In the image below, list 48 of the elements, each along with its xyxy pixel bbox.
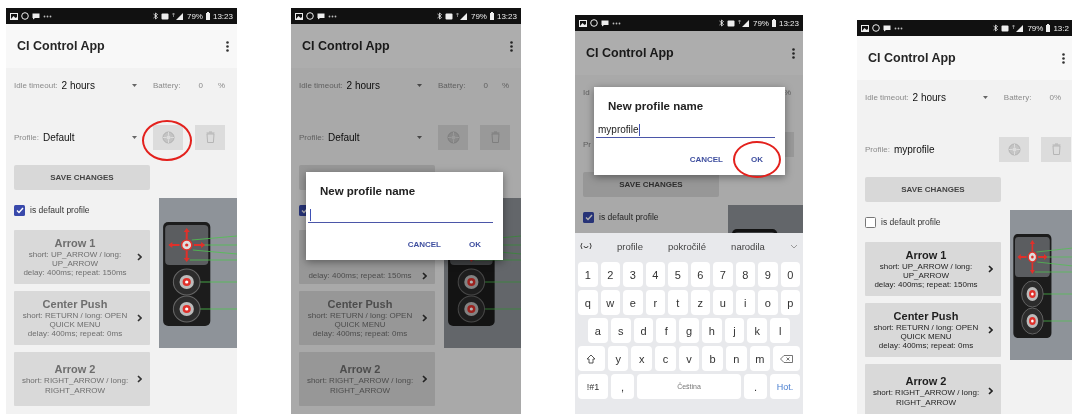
dialog-title: New profile name: [608, 100, 705, 112]
field-label: Battery:: [1003, 92, 1032, 102]
app-title: CI Control App: [17, 39, 105, 53]
card-detail: delay: 400ms; repeat: 0ms: [26, 329, 124, 339]
field-label: Idle timeout:: [14, 80, 58, 90]
battery-percent: 79%: [1027, 23, 1044, 33]
field-label: Profile:: [14, 132, 39, 142]
battery-value: 0: [1049, 92, 1054, 102]
checkbox-label: is default profile: [881, 217, 941, 227]
card-detail: short: RIGHT_ARROW / long: RIGHT_ARROW: [871, 388, 981, 407]
card-title: Center Push: [892, 309, 960, 323]
card-title: Arrow 1: [53, 236, 97, 250]
card-detail: delay: 400ms; repeat: 150ms: [873, 280, 979, 290]
checkbox-label: is default profile: [599, 212, 659, 222]
field-label: Profile:: [299, 132, 324, 142]
card-title: Center Push: [41, 297, 109, 311]
field-label: Battery:: [438, 80, 466, 90]
field-label: Pr: [583, 139, 591, 149]
field-label: Profile:: [865, 144, 890, 154]
card-title: Arrow 2: [904, 375, 948, 389]
app-title: CI Control App: [586, 46, 674, 60]
unit-label: %: [217, 80, 225, 90]
card-title: Arrow 2: [338, 363, 382, 377]
clock: 13:2: [1053, 23, 1069, 33]
field-label: Idle timeout:: [299, 80, 343, 90]
battery-percent: 79%: [752, 18, 769, 28]
card-detail: short: RIGHT_ARROW / long: RIGHT_ARROW: [20, 376, 130, 395]
battery-value: 0: [198, 80, 204, 90]
field-label: Idle timeout:: [865, 92, 909, 102]
card-title: Arrow 2: [53, 363, 97, 377]
battery-percent: 79%: [470, 11, 487, 21]
unit-label: %: [1053, 92, 1061, 102]
card-detail: delay: 400ms; repeat: 0ms: [311, 329, 409, 339]
card-detail: delay: 400ms; repeat: 150ms: [307, 270, 413, 280]
clock: 13:23: [212, 11, 233, 21]
card-title: Arrow 1: [904, 248, 948, 262]
card-title: Center Push: [326, 297, 394, 311]
battery-percent: 79%: [186, 11, 203, 21]
checkbox-label: is default profile: [30, 205, 90, 215]
unit-label: %: [501, 80, 509, 90]
clock: 13:23: [496, 11, 517, 21]
card-detail: delay: 400ms; repeat: 0ms: [877, 341, 975, 351]
clock: 13:23: [778, 18, 799, 28]
dialog-title: New profile name: [320, 185, 417, 197]
app-title: CI Control App: [302, 39, 390, 53]
app-title: CI Control App: [868, 51, 956, 65]
card-detail: delay: 400ms; repeat: 150ms: [22, 268, 128, 278]
field-label: Battery:: [153, 80, 181, 90]
